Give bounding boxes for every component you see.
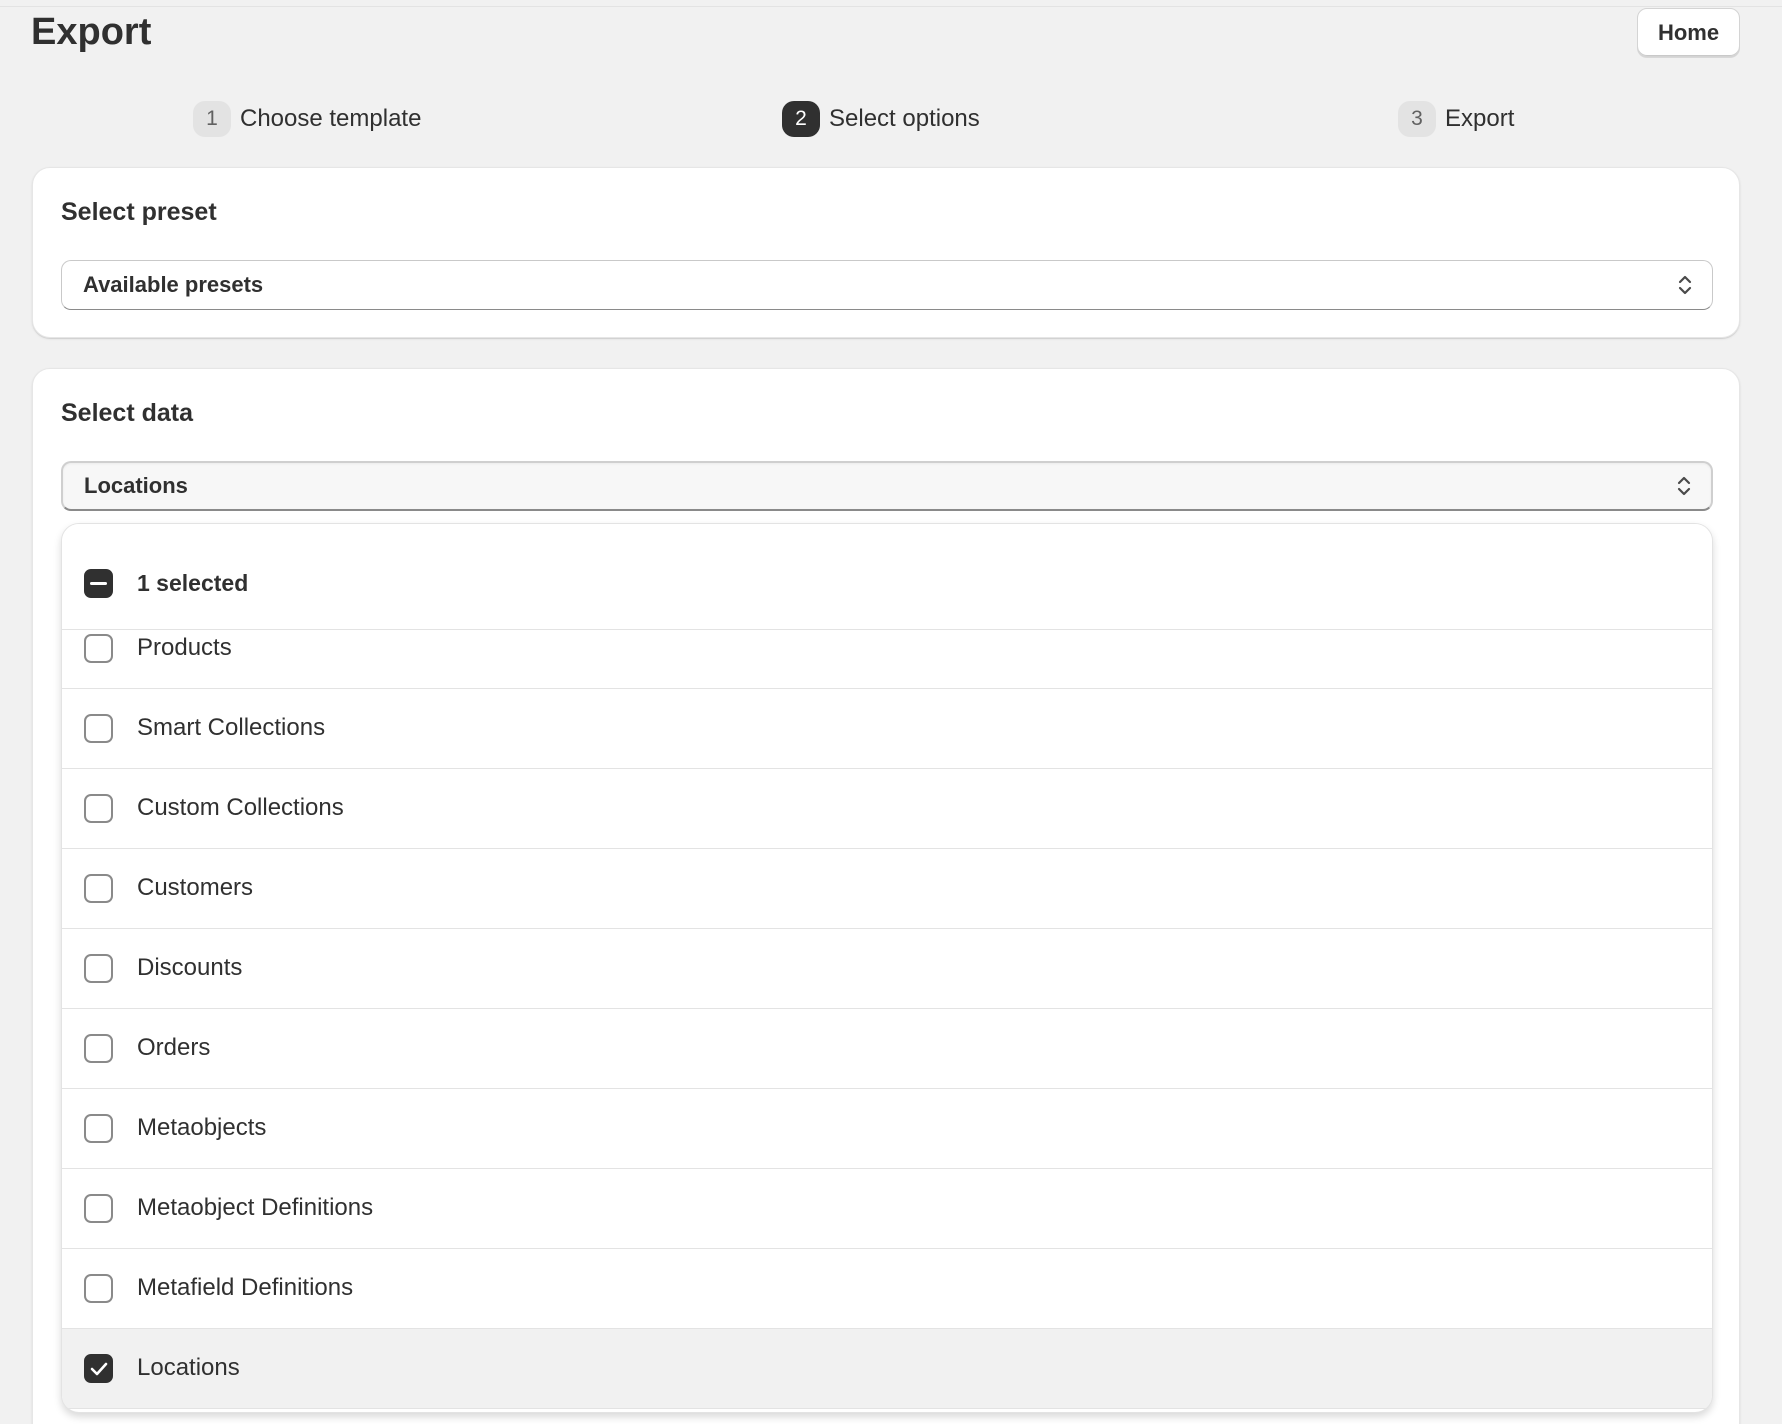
export-page: Export Home 1 Choose template 2 Select o…: [0, 0, 1782, 1424]
list-item-custom-collections[interactable]: Custom Collections: [62, 769, 1712, 849]
checkbox[interactable]: [84, 714, 113, 743]
step-choose-template[interactable]: 1 Choose template: [193, 101, 421, 137]
list-item-label: Customers: [137, 874, 254, 901]
list-item-customers[interactable]: Customers: [62, 849, 1712, 929]
list-item-locations[interactable]: Locations: [62, 1329, 1712, 1409]
step-number: 3: [1398, 101, 1436, 137]
step-number: 1: [193, 101, 231, 137]
list-item-products[interactable]: Products: [62, 630, 1712, 689]
list-item-label: Orders: [137, 1034, 211, 1061]
step-export[interactable]: 3 Export: [1398, 101, 1514, 137]
checkbox[interactable]: [84, 1194, 113, 1223]
select-data-title: Select data: [61, 399, 194, 427]
list-item-metaobject-definitions[interactable]: Metaobject Definitions: [62, 1169, 1712, 1249]
checkbox[interactable]: [84, 1034, 113, 1063]
checkbox[interactable]: [84, 1114, 113, 1143]
step-select-options[interactable]: 2 Select options: [782, 101, 980, 137]
preset-select[interactable]: Available presets: [61, 260, 1713, 310]
checkbox[interactable]: [84, 954, 113, 983]
list-header: 1 selected: [62, 524, 1712, 630]
checkbox[interactable]: [84, 1274, 113, 1303]
step-label: Select options: [829, 105, 980, 132]
page-title: Export: [31, 11, 152, 53]
data-select[interactable]: Locations: [61, 461, 1713, 511]
selected-count: 1 selected: [137, 570, 249, 596]
step-number: 2: [782, 101, 820, 137]
minus-icon: [90, 581, 107, 585]
chevron-up-down-icon: [1677, 476, 1691, 496]
data-listbox: 1 selected Products Smart Collections Cu…: [61, 523, 1713, 1413]
checkbox[interactable]: [84, 794, 113, 823]
select-preset-title: Select preset: [61, 198, 217, 226]
select-all-checkbox[interactable]: [84, 569, 113, 598]
list-item-metaobjects[interactable]: Metaobjects: [62, 1089, 1712, 1169]
checkbox[interactable]: [84, 874, 113, 903]
list-item-label: Locations: [137, 1354, 240, 1381]
list-item-metafield-definitions[interactable]: Metafield Definitions: [62, 1249, 1712, 1329]
checkbox[interactable]: [84, 634, 113, 663]
select-preset-card: Select preset Available presets: [32, 167, 1740, 338]
list-item-label: Metaobjects: [137, 1114, 267, 1141]
checkmark-icon: [90, 1362, 107, 1375]
list-item-orders[interactable]: Orders: [62, 1009, 1712, 1089]
list-item-label: Metaobject Definitions: [137, 1194, 374, 1221]
home-button[interactable]: Home: [1637, 8, 1740, 57]
top-divider: [0, 6, 1782, 7]
list-item-label: Discounts: [137, 954, 243, 981]
step-label: Export: [1445, 105, 1515, 132]
list-item-discounts[interactable]: Discounts: [62, 929, 1712, 1009]
step-label: Choose template: [240, 105, 422, 132]
list-items: Products Smart Collections Custom Collec…: [62, 630, 1712, 1409]
list-item-smart-collections[interactable]: Smart Collections: [62, 689, 1712, 769]
preset-select-value: Available presets: [83, 272, 264, 297]
data-select-value: Locations: [84, 473, 188, 498]
list-item-label: Metafield Definitions: [137, 1274, 354, 1301]
list-item-label: Smart Collections: [137, 714, 326, 741]
checkbox[interactable]: [84, 1354, 113, 1383]
list-item-label: Custom Collections: [137, 794, 344, 821]
select-data-card: Select data Locations 1 selected Product…: [32, 368, 1740, 1424]
chevron-up-down-icon: [1678, 275, 1692, 295]
list-item-label: Products: [137, 634, 232, 661]
